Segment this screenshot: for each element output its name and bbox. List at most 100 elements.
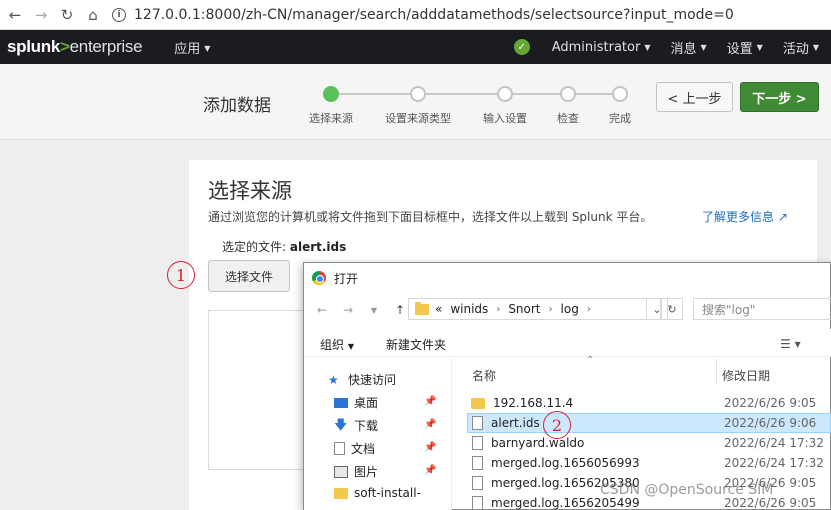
path-breadcrumb[interactable]: « winids › Snort › log › [408,298,661,320]
caret-down-icon: ▼ [644,42,651,52]
file-name: barnyard.waldo [491,436,585,450]
file-row[interactable]: barnyard.waldo 2022/6/24 17:32 [468,433,831,453]
dialog-search-input[interactable]: 搜索"log" [693,298,831,320]
logo-gt: > [60,37,70,56]
new-folder-button[interactable]: 新建文件夹 [386,336,446,353]
star-icon: ★ [328,372,339,387]
tree-label: soft-install- [354,486,421,500]
chevron-right-icon: › [548,303,553,315]
step-dot [497,86,513,102]
view-options-icon[interactable]: ☰ ▾ [780,337,801,351]
step-dot [410,86,426,102]
user-menu[interactable]: Administrator ▼ [552,40,651,55]
recent-locations-icon[interactable]: ▼ [366,306,382,315]
file-icon [472,416,483,430]
breadcrumb-log[interactable]: log [561,302,579,316]
tree-soft-install[interactable]: soft-install- [334,486,421,500]
tree-downloads[interactable]: 🡇 下载 [334,417,378,434]
breadcrumb-snort[interactable]: Snort [508,302,540,316]
file-row-selected[interactable]: alert.ids 2022/6/26 9:06 [467,413,831,433]
step-dot [612,86,628,102]
back-icon[interactable]: ← [314,303,330,317]
user-menu-label: Administrator [551,39,641,55]
add-data-wizard: 添加数据 选择来源 设置来源类型 输入设置 检查 完成 < 上一步 下一步 > [0,64,831,140]
step-done: 完成 [580,86,660,126]
tree-pictures[interactable]: 图片 [334,463,378,480]
file-name: alert.ids [491,416,540,430]
annotation-circle-2: 2 [543,411,571,439]
column-header-modified[interactable]: 修改日期 [722,367,770,384]
back-icon[interactable]: ← [2,2,28,28]
dialog-address-bar: ← → ▼ ↑ « winids › Snort › log › ⌄ ↻ 搜索"… [304,295,831,325]
panel-title: 选择来源 [208,179,292,203]
tree-documents[interactable]: 文档 [334,440,375,457]
forward-icon[interactable]: → [340,303,356,317]
learn-more-link[interactable]: 了解更多信息 ↗ [702,208,788,225]
folder-icon [334,487,348,499]
previous-button[interactable]: < 上一步 [656,82,733,112]
file-row[interactable]: merged.log.1656056993 2022/6/24 17:32 [468,453,831,473]
panel-description: 通过浏览您的计算机或将文件拖到下面目标框中，选择文件以上载到 Splunk 平台… [208,208,788,225]
file-drop-zone[interactable] [208,310,308,470]
file-name: merged.log.1656205499 [491,496,640,510]
chevron-right-icon: › [496,303,501,315]
messages-menu[interactable]: 消息 ▼ [670,38,706,57]
logo-splunk: splunk [7,37,60,56]
breadcrumb-overflow[interactable]: « [435,302,442,316]
selected-file-info: 选定的文件: alert.ids [222,238,346,255]
up-folder-icon[interactable]: ↑ [392,303,408,317]
caret-down-icon: ▼ [347,342,354,351]
file-date: 2022/6/24 17:32 [724,436,824,450]
dialog-title: 打开 [334,271,359,286]
browser-toolbar: ← → ↻ ⌂ i 127.0.0.1:8000/zh-CN/manager/s… [0,0,831,30]
address-bar[interactable]: i 127.0.0.1:8000/zh-CN/manager/search/ad… [112,3,734,27]
selected-file-prefix: 选定的文件: [222,240,290,254]
choose-file-button[interactable]: 选择文件 [208,260,290,292]
step-select-source: 选择来源 [291,86,371,126]
caret-down-icon: ▼ [204,43,211,53]
file-date: 2022/6/26 9:05 [724,396,817,410]
home-icon[interactable]: ⌂ [80,2,106,28]
column-divider[interactable] [716,359,717,385]
file-icon [472,476,483,490]
info-icon[interactable]: i [112,7,126,22]
column-header-name[interactable]: 名称 [472,367,496,384]
url-text: 127.0.0.1:8000/zh-CN/manager/search/addd… [134,6,734,23]
organize-menu[interactable]: 组织 ▼ [320,336,354,353]
logo-enterprise: enterprise [69,37,143,56]
refresh-icon[interactable]: ↻ [661,298,683,320]
splunk-logo[interactable]: splunk>enterprise [7,37,143,57]
breadcrumb-winids[interactable]: winids [450,302,488,316]
file-name: merged.log.1656056993 [491,456,640,470]
next-button[interactable]: 下一步 > [740,82,819,112]
step-label: 完成 [609,112,631,125]
step-label: 选择来源 [309,112,353,125]
forward-icon[interactable]: → [28,2,54,28]
tree-desktop[interactable]: 桌面 [334,394,378,411]
app-menu[interactable]: 应用 ▼ [174,38,210,57]
file-row[interactable]: 192.168.11.4 2022/6/26 9:05 [468,393,831,413]
tree-label: 图片 [354,465,379,479]
document-icon [334,442,345,455]
folder-icon [471,397,485,409]
learn-more-label: 了解更多信息 [702,210,775,224]
tree-label: 桌面 [354,396,379,410]
activity-menu-label: 活动 [782,41,809,57]
step-dot [323,86,339,102]
pin-icon: 📌 [424,465,437,476]
pin-icon: 📌 [424,396,437,407]
activity-menu[interactable]: 活动 ▼ [783,38,819,57]
caret-down-icon: ▼ [812,42,819,52]
settings-menu[interactable]: 设置 ▼ [727,38,763,57]
splunk-header: splunk>enterprise 应用 ▼ ✓ Administrator ▼ 消… [0,30,831,64]
tree-quick-access[interactable]: ★ 快速访问 [328,371,396,388]
external-link-icon: ↗ [777,210,788,224]
folder-icon [415,301,429,315]
chrome-icon [312,271,326,285]
health-status-icon[interactable]: ✓ [513,39,530,55]
download-icon: 🡇 [334,417,348,433]
file-name: 192.168.11.4 [493,396,574,410]
navigation-pane: ★ 快速访问 桌面 📌 🡇 下载 📌 文档 📌 图片 📌 soft-install- [304,359,452,510]
reload-icon[interactable]: ↻ [54,2,80,28]
caret-down-icon: ▼ [700,42,707,52]
